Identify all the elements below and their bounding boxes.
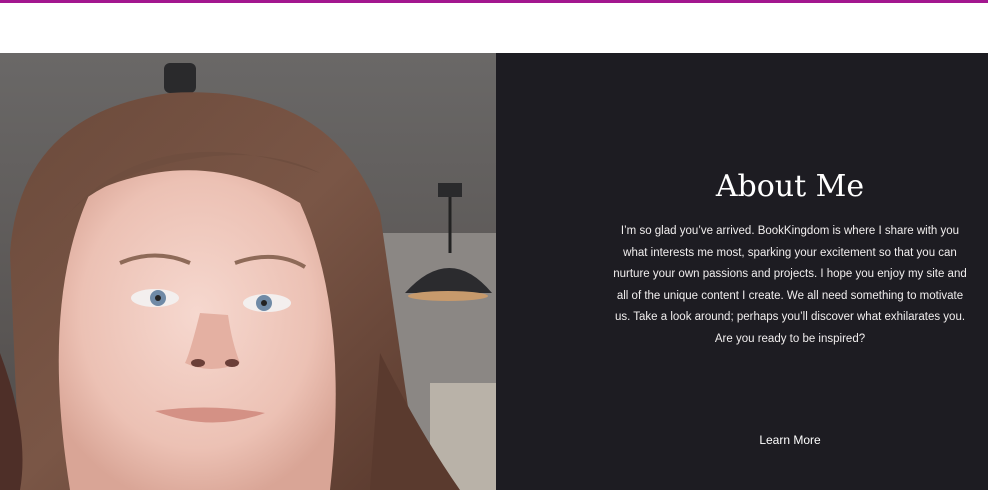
header-bar xyxy=(0,3,988,53)
portrait-photo xyxy=(0,53,496,490)
about-section: About Me I’m so glad you’ve arrived. Boo… xyxy=(496,53,988,490)
about-description: I’m so glad you’ve arrived. BookKingdom … xyxy=(613,225,967,345)
about-title: About Me xyxy=(715,169,865,204)
learn-more-button[interactable]: Learn More xyxy=(740,430,840,450)
